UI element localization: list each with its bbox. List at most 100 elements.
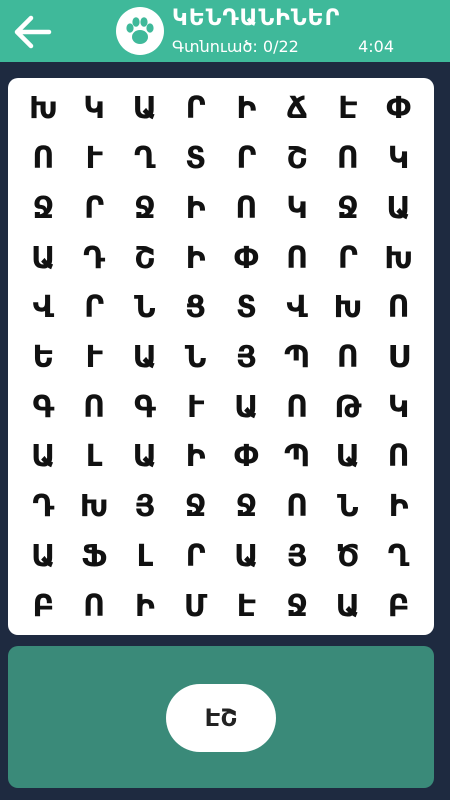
letter-cell[interactable]: Ա [373,183,424,233]
letter-cell[interactable]: Ջ [18,183,69,233]
letter-cell[interactable]: Ւ [69,333,120,383]
letter-cell[interactable]: Ի [221,84,272,134]
letter-cell[interactable]: Կ [69,84,120,134]
letter-cell[interactable]: Խ [373,233,424,283]
letter-cell[interactable]: Գ [120,382,171,432]
letter-cell[interactable]: Դ [18,482,69,532]
letter-cell[interactable]: Կ [373,382,424,432]
letter-cell[interactable]: Ո [18,134,69,184]
letter-cell[interactable]: Է [323,84,374,134]
current-word[interactable]: ԷՇ [166,684,276,752]
letter-cell[interactable]: Ո [323,333,374,383]
letter-cell[interactable]: Ո [373,432,424,482]
letter-cell[interactable]: Ո [272,482,323,532]
letter-cell[interactable]: Շ [272,134,323,184]
word-panel: ԷՇ [8,646,434,788]
found-counter: Գտնուած: 0/22 [172,37,299,56]
letter-cell[interactable]: Ղ [120,134,171,184]
letter-cell[interactable]: Ն [120,283,171,333]
timer: 4:04 [358,37,394,56]
letter-cell[interactable]: Ց [170,283,221,333]
letter-cell[interactable]: Խ [323,283,374,333]
letter-cell[interactable]: Խ [18,84,69,134]
letter-board: ԽԿԱՐԻՃԷՓՈՒՂՏՐՇՈԿՋՐՋԻՈԿՋԱԱԴՇԻՓՈՐԽՎՐՆՑՏՎԽՈ… [8,78,434,635]
letter-cell[interactable]: Ջ [272,581,323,631]
letter-cell[interactable]: Բ [18,581,69,631]
letter-cell[interactable]: Պ [272,432,323,482]
letter-cell[interactable]: Ո [69,581,120,631]
letter-cell[interactable]: Ր [221,134,272,184]
letter-cell[interactable]: Ն [323,482,374,532]
letter-cell[interactable]: Ո [221,183,272,233]
letter-cell[interactable]: Ր [170,532,221,582]
letter-cell[interactable]: Կ [272,183,323,233]
letter-cell[interactable]: Ր [69,183,120,233]
back-button[interactable] [10,12,56,52]
letter-cell[interactable]: Վ [272,283,323,333]
letter-grid: ԽԿԱՐԻՃԷՓՈՒՂՏՐՇՈԿՋՐՋԻՈԿՋԱԱԴՇԻՓՈՐԽՎՐՆՑՏՎԽՈ… [8,78,434,635]
letter-cell[interactable]: Ի [170,233,221,283]
letter-cell[interactable]: Լ [120,532,171,582]
letter-cell[interactable]: Փ [221,233,272,283]
letter-cell[interactable]: Ս [373,333,424,383]
letter-cell[interactable]: Ղ [373,532,424,582]
letter-cell[interactable]: Վ [18,283,69,333]
paw-icon [126,17,154,44]
letter-cell[interactable]: Ծ [323,532,374,582]
letter-cell[interactable]: Տ [221,283,272,333]
letter-cell[interactable]: Ւ [69,134,120,184]
arrow-left-icon [14,15,52,49]
letter-cell[interactable]: Պ [272,333,323,383]
letter-cell[interactable]: Ի [120,581,171,631]
letter-cell[interactable]: Ջ [221,482,272,532]
letter-cell[interactable]: Ո [69,382,120,432]
letter-cell[interactable]: Ր [69,283,120,333]
letter-cell[interactable]: Ա [221,532,272,582]
category-badge [116,7,164,55]
letter-cell[interactable]: Ո [323,134,374,184]
letter-cell[interactable]: Շ [120,233,171,283]
letter-cell[interactable]: Ա [120,333,171,383]
letter-cell[interactable]: Ո [272,382,323,432]
letter-cell[interactable]: Լ [69,432,120,482]
letter-cell[interactable]: Ն [170,333,221,383]
letter-cell[interactable]: Ւ [170,382,221,432]
letter-cell[interactable]: Գ [18,382,69,432]
letter-cell[interactable]: Ա [120,84,171,134]
letter-cell[interactable]: Թ [323,382,374,432]
letter-cell[interactable]: Ա [18,233,69,283]
letter-cell[interactable]: Ջ [170,482,221,532]
letter-cell[interactable]: Խ [69,482,120,532]
letter-cell[interactable]: Ա [18,432,69,482]
letter-cell[interactable]: Ա [221,382,272,432]
top-bar: ԿԵՆԴԱՆԻՆԵՐ Գտնուած: 0/22 4:04 [0,0,450,62]
letter-cell[interactable]: Ա [323,432,374,482]
letter-cell[interactable]: Ա [120,432,171,482]
letter-cell[interactable]: Յ [272,532,323,582]
letter-cell[interactable]: Ե [18,333,69,383]
letter-cell[interactable]: Է [221,581,272,631]
letter-cell[interactable]: Ր [323,233,374,283]
letter-cell[interactable]: Ջ [120,183,171,233]
letter-cell[interactable]: Ջ [323,183,374,233]
letter-cell[interactable]: Ֆ [69,532,120,582]
letter-cell[interactable]: Փ [221,432,272,482]
letter-cell[interactable]: Ի [170,183,221,233]
letter-cell[interactable]: Ո [272,233,323,283]
letter-cell[interactable]: Մ [170,581,221,631]
letter-cell[interactable]: Փ [373,84,424,134]
letter-cell[interactable]: Դ [69,233,120,283]
letter-cell[interactable]: Տ [170,134,221,184]
letter-cell[interactable]: Ա [18,532,69,582]
letter-cell[interactable]: Ճ [272,84,323,134]
letter-cell[interactable]: Յ [120,482,171,532]
letter-cell[interactable]: Ո [373,283,424,333]
letter-cell[interactable]: Կ [373,134,424,184]
category-title: ԿԵՆԴԱՆԻՆԵՐ [172,6,341,31]
letter-cell[interactable]: Յ [221,333,272,383]
letter-cell[interactable]: Ի [170,432,221,482]
letter-cell[interactable]: Ի [373,482,424,532]
letter-cell[interactable]: Ա [323,581,374,631]
letter-cell[interactable]: Բ [373,581,424,631]
letter-cell[interactable]: Ր [170,84,221,134]
